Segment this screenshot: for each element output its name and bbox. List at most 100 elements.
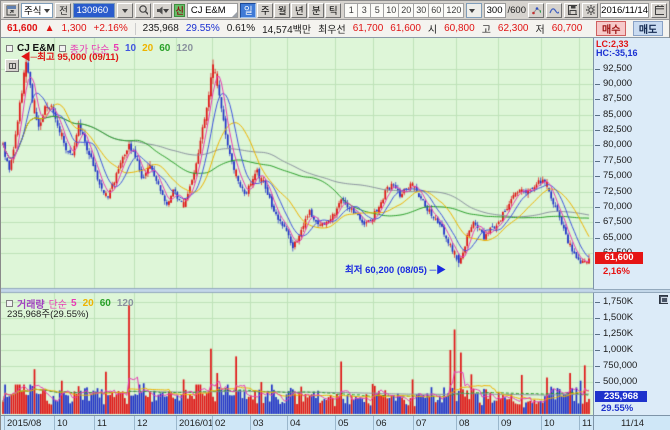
- stock-code-input[interactable]: 130960: [73, 3, 115, 18]
- price-axis: LC:2,33 HC:-35,16 61,600 2,16% 92,50090,…: [593, 38, 670, 289]
- x-axis-label: 11: [582, 418, 592, 429]
- period-button-일[interactable]: 일: [240, 3, 256, 18]
- calendar-icon: [654, 4, 664, 16]
- high-annotation: ◀─최고 95,000 (09/11): [21, 49, 119, 63]
- compare-chart-button[interactable]: [528, 3, 544, 18]
- x-axis-tick: [94, 416, 95, 430]
- x-axis-label: 2016/01: [179, 418, 213, 429]
- x-axis: 11/14 2015/081011122016/0102030405060708…: [1, 415, 670, 430]
- volume-tick-label: 1,750K: [595, 297, 667, 307]
- x-axis-label: 08: [459, 418, 470, 429]
- volume-tick-label: 1,250K: [595, 329, 667, 339]
- divider: [135, 23, 136, 35]
- line-chart-button[interactable]: [546, 3, 562, 18]
- interval-dropdown[interactable]: [466, 3, 481, 18]
- sell-button[interactable]: 매도: [633, 21, 663, 36]
- interval-button-5[interactable]: 5: [370, 3, 384, 18]
- period-button-월[interactable]: 월: [274, 3, 290, 18]
- bar-count-value: 300: [487, 5, 503, 16]
- search-button[interactable]: [135, 3, 151, 18]
- x-axis-tick: [579, 416, 580, 430]
- x-axis-tick: [134, 416, 135, 430]
- interval-button-10[interactable]: 10: [383, 3, 399, 18]
- x-axis-label: 05: [338, 418, 349, 429]
- price-tick-label: 77,500: [595, 156, 667, 166]
- open-label: 시: [428, 21, 437, 36]
- line-chart-icon: [549, 5, 559, 16]
- price-tick-label: 87,500: [595, 94, 667, 104]
- x-axis-tick: [287, 416, 288, 430]
- speaker-icon: [156, 5, 163, 16]
- period-button-주[interactable]: 주: [257, 3, 273, 18]
- interval-button-1[interactable]: 1: [344, 3, 358, 18]
- low-label: 저: [535, 21, 544, 36]
- x-axis-tick: [176, 416, 177, 430]
- calendar-button[interactable]: [651, 3, 667, 18]
- period-button-년[interactable]: 년: [291, 3, 307, 18]
- checkbox-icon[interactable]: [6, 45, 13, 52]
- window-layout-button[interactable]: [3, 3, 19, 18]
- settings-button[interactable]: [582, 3, 598, 18]
- price-tick-label: 85,000: [595, 110, 667, 120]
- x-axis-tick: [54, 416, 55, 430]
- prev-stock-button[interactable]: 전: [55, 3, 71, 18]
- chart-tool-button[interactable]: [5, 59, 19, 72]
- asset-type-label: 주식: [24, 3, 41, 17]
- best-ask: 61,700: [353, 23, 384, 34]
- last-date-label: 11/14: [621, 418, 644, 429]
- x-axis-label: 2015/08: [7, 418, 41, 429]
- quote-bar: 61,600 ▲ 1,300 +2.16% 235,968 29.55% 0.6…: [1, 20, 669, 38]
- x-axis-label: 04: [290, 418, 301, 429]
- price-tick-label: 80,000: [595, 140, 667, 150]
- trade-value: 14,574백만: [262, 21, 311, 36]
- chevron-down-icon: [469, 9, 475, 16]
- price-tick-label: 70,000: [595, 202, 667, 212]
- search-icon: [138, 4, 148, 16]
- chevron-down-icon: [44, 9, 50, 16]
- x-axis-label: 03: [253, 418, 264, 429]
- main-toolbar: 주식 전 130960 신 CJ E&M 일주월년분틱 135102030601…: [1, 1, 669, 20]
- price-tick-label: 75,000: [595, 171, 667, 181]
- up-arrow-icon: ▲: [45, 23, 55, 34]
- best-bid: 61,600: [390, 23, 421, 34]
- bar-total-label: /600: [508, 5, 527, 16]
- x-axis-tick: [250, 416, 251, 430]
- x-axis-tick: [4, 416, 5, 430]
- price-change-pct: +2.16%: [94, 23, 128, 34]
- stock-name-field[interactable]: CJ E&M: [187, 3, 238, 18]
- buy-button[interactable]: 매수: [596, 21, 626, 36]
- period-button-분[interactable]: 분: [308, 3, 324, 18]
- price-tick-label: 72,500: [595, 187, 667, 197]
- save-button[interactable]: [564, 3, 580, 18]
- chart-plot-area[interactable]: [1, 38, 593, 415]
- interval-button-120[interactable]: 120: [443, 3, 464, 18]
- volume-ratio: 29.55%: [186, 23, 220, 34]
- x-axis-label: 07: [416, 418, 427, 429]
- scatter-chart-icon: [531, 5, 541, 16]
- interval-button-3[interactable]: 3: [357, 3, 371, 18]
- asset-type-combo[interactable]: 주식: [21, 3, 53, 18]
- x-axis-label: 09: [501, 418, 512, 429]
- bar-count-input[interactable]: 300: [484, 3, 506, 18]
- code-dropdown-button[interactable]: [117, 3, 133, 18]
- window-layout-icon: [6, 5, 16, 16]
- x-axis-label: 06: [376, 418, 387, 429]
- sound-button[interactable]: [153, 3, 172, 18]
- period-buttons: 일주월년분틱: [240, 3, 341, 18]
- low-value: 60,700: [552, 23, 583, 34]
- current-volume-ratio: 29.55%: [601, 403, 633, 414]
- current-price: 61,600: [7, 23, 38, 34]
- interval-button-30[interactable]: 30: [413, 3, 429, 18]
- save-icon: [567, 4, 577, 16]
- current-price-box: 61,600: [595, 252, 643, 264]
- interval-button-20[interactable]: 20: [398, 3, 414, 18]
- period-button-틱[interactable]: 틱: [325, 3, 341, 18]
- date-value: 2016/11/14: [601, 5, 648, 16]
- interval-button-60[interactable]: 60: [428, 3, 444, 18]
- x-axis-tick: [212, 416, 213, 430]
- volume-tick-label: 750,000: [595, 361, 667, 371]
- high-label: 고: [482, 21, 491, 36]
- current-volume-box: 235,968: [595, 391, 647, 402]
- x-axis-label: 02: [215, 418, 226, 429]
- date-field[interactable]: 2016/11/14: [600, 3, 649, 18]
